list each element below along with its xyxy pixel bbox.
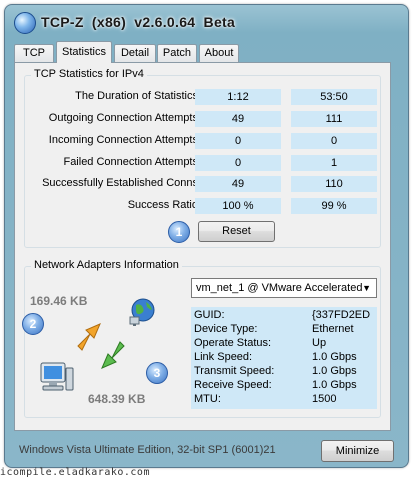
info-row: MTU: 1500 bbox=[194, 393, 380, 407]
info-value: 1.0 Gbps bbox=[312, 351, 357, 363]
stat-current-value: 1:12 bbox=[195, 89, 281, 105]
stat-label: Incoming Connection Attempts bbox=[48, 134, 198, 146]
network-adapters-group: Network Adapters Information 169.46 KB 2 bbox=[22, 259, 381, 418]
title-bar[interactable]: TCP-Z (x86) v2.6.0.64 Beta bbox=[5, 5, 408, 39]
info-row: Device Type: Ethernet bbox=[194, 323, 380, 337]
stat-label: Failed Connection Attempts bbox=[63, 156, 198, 168]
badge-2-icon: 2 bbox=[22, 313, 44, 335]
stat-current-value: 49 bbox=[195, 111, 281, 127]
tab-about[interactable]: About bbox=[199, 44, 239, 62]
stat-total-value: 53:50 bbox=[291, 89, 377, 105]
tab-statistics[interactable]: Statistics bbox=[56, 41, 112, 63]
info-row: Transmit Speed: 1.0 Gbps bbox=[194, 365, 380, 379]
adapter-select[interactable]: vm_net_1 @ VMware Accelerated ▼ bbox=[191, 278, 377, 298]
info-key: Link Speed: bbox=[194, 351, 253, 363]
info-value: Ethernet bbox=[312, 323, 354, 335]
stat-total-value: 111 bbox=[291, 111, 377, 127]
tcp-statistics-title: TCP Statistics for IPv4 bbox=[31, 68, 147, 80]
stat-label: Successfully Established Conns bbox=[42, 177, 198, 189]
os-status-text: Windows Vista Ultimate Edition, 32-bit S… bbox=[19, 444, 276, 456]
dropdown-arrow-icon[interactable]: ▼ bbox=[362, 279, 371, 297]
computer-icon bbox=[40, 362, 74, 391]
info-row: Receive Speed: 1.0 Gbps bbox=[194, 379, 380, 393]
tcp-statistics-group: TCP Statistics for IPv4 The Duration of … bbox=[24, 68, 381, 248]
info-value: Up bbox=[312, 337, 327, 349]
network-adapters-title: Network Adapters Information bbox=[31, 259, 182, 271]
info-key: MTU: bbox=[194, 393, 221, 405]
statistics-panel: TCP Statistics for IPv4 The Duration of … bbox=[14, 62, 391, 431]
minimize-button[interactable]: Minimize bbox=[321, 440, 394, 462]
info-row: Link Speed: 1.0 Gbps bbox=[194, 351, 380, 365]
info-row: GUID: {337FD2ED bbox=[194, 309, 380, 323]
info-value: 1.0 Gbps bbox=[312, 379, 357, 391]
info-key: Receive Speed: bbox=[194, 379, 272, 391]
stat-label: Outgoing Connection Attempts bbox=[48, 112, 198, 124]
stat-total-value: 0 bbox=[291, 133, 377, 149]
reset-button[interactable]: Reset bbox=[198, 221, 275, 242]
stat-current-value: 49 bbox=[195, 176, 281, 192]
info-value: 1500 bbox=[312, 393, 337, 405]
info-key: Operate Status: bbox=[194, 337, 272, 349]
badge-1-icon: 1 bbox=[168, 221, 190, 243]
stat-total-value: 1 bbox=[291, 155, 377, 171]
globe-network-icon bbox=[129, 298, 155, 326]
info-value: 1.0 Gbps bbox=[312, 365, 357, 377]
stat-current-value: 0 bbox=[195, 155, 281, 171]
stat-total-value: 110 bbox=[291, 176, 377, 192]
watermark-text: icompile.eladkarako.com bbox=[0, 467, 150, 478]
received-bytes-label: 648.39 KB bbox=[88, 392, 146, 406]
tab-detail[interactable]: Detail bbox=[114, 44, 156, 62]
info-row: Operate Status: Up bbox=[194, 337, 380, 351]
badge-3-icon: 3 bbox=[146, 362, 168, 384]
download-arrow-icon bbox=[101, 341, 125, 369]
stat-total-value: 99 % bbox=[291, 198, 377, 214]
info-key: Transmit Speed: bbox=[194, 365, 275, 377]
stat-current-value: 100 % bbox=[195, 198, 281, 214]
app-globe-icon bbox=[14, 12, 36, 34]
adapter-select-value: vm_net_1 @ VMware Accelerated bbox=[196, 282, 363, 294]
info-value: {337FD2ED bbox=[312, 309, 371, 321]
stat-label: Success Ratio bbox=[127, 199, 198, 211]
sent-bytes-label: 169.46 KB bbox=[30, 294, 88, 308]
info-key: Device Type: bbox=[194, 323, 258, 335]
tab-tcp[interactable]: TCP bbox=[14, 44, 54, 62]
window-title: TCP-Z (x86) v2.6.0.64 Beta bbox=[41, 14, 236, 30]
stat-current-value: 0 bbox=[195, 133, 281, 149]
info-key: GUID: bbox=[194, 309, 225, 321]
adapter-info-box: GUID: {337FD2ED Device Type: Ethernet Oper… bbox=[191, 307, 377, 409]
stat-label: The Duration of Statistics bbox=[75, 90, 198, 102]
tab-patch[interactable]: Patch bbox=[157, 44, 197, 62]
